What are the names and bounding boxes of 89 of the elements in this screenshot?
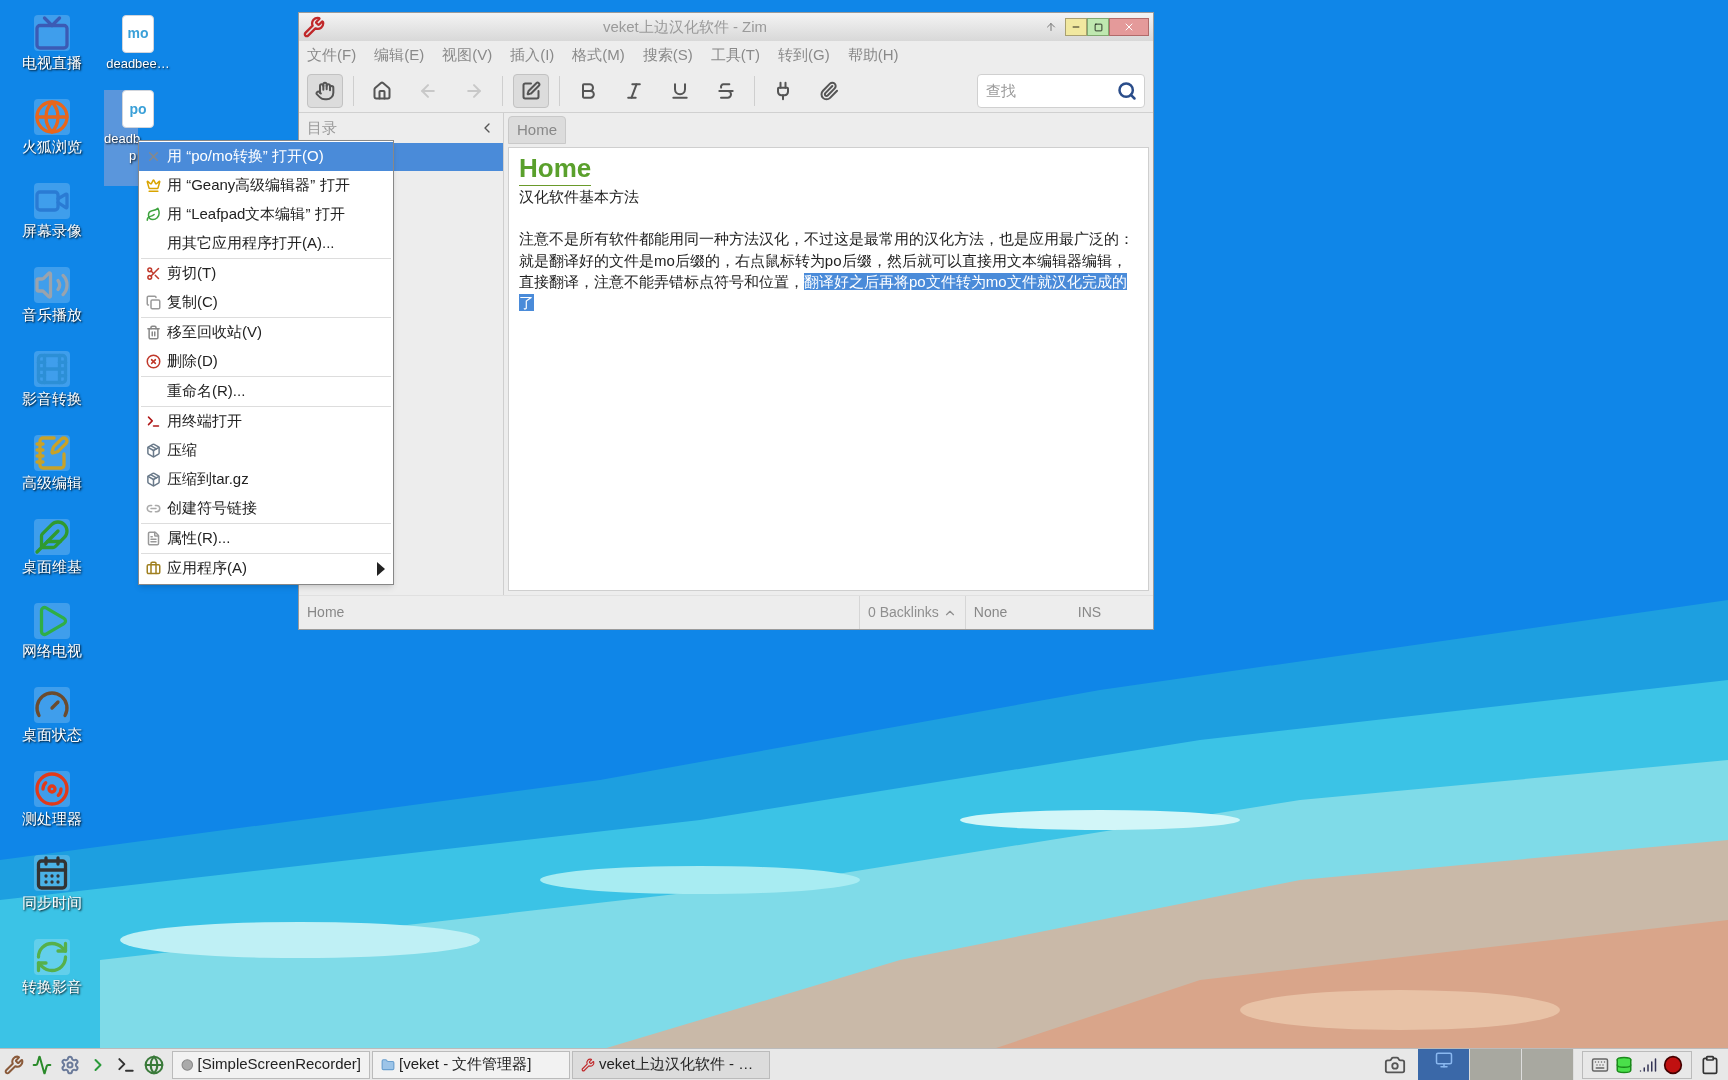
calendar-icon[interactable] xyxy=(34,854,70,891)
maximize-button[interactable] xyxy=(1087,18,1109,36)
context-menu-item[interactable]: 重命名(R)... xyxy=(139,377,393,406)
toolbox-icon xyxy=(145,561,161,576)
package-icon xyxy=(145,443,161,458)
file-icon-label: deadb xyxy=(104,132,141,145)
close-icon xyxy=(1123,21,1135,33)
context-menu-item[interactable]: 应用程序(A) xyxy=(139,554,393,583)
context-menu-item[interactable]: 用 “po/mo转换” 打开(O) xyxy=(139,142,393,171)
leaf-icon xyxy=(145,207,161,222)
desktop-icon-label: 桌面状态 xyxy=(22,726,82,742)
record-icon[interactable] xyxy=(1663,1054,1683,1075)
sidebar-title: 目录 xyxy=(307,117,338,138)
status-mode: INS xyxy=(1076,603,1103,622)
desktop-icon-label: 音乐播放 xyxy=(22,306,82,322)
desktop-icon-label: 高级编辑 xyxy=(22,474,82,490)
maximize-icon xyxy=(1093,22,1103,32)
context-menu-item[interactable]: 剪切(T) xyxy=(139,259,393,288)
context-menu-item[interactable]: 压缩 xyxy=(139,436,393,465)
search-icon[interactable] xyxy=(1117,80,1137,101)
context-menu-item[interactable]: 移至回收站(V) xyxy=(139,318,393,347)
search-field[interactable]: 查找 xyxy=(977,73,1145,108)
minimize-button[interactable] xyxy=(1065,18,1087,36)
hand-icon xyxy=(315,80,335,101)
context-menu-item[interactable]: 复制(C) xyxy=(139,288,393,317)
tv-icon[interactable] xyxy=(34,14,70,51)
strikethrough-icon xyxy=(716,80,736,101)
desktop-icon-label: 电视直播 xyxy=(22,54,82,70)
paperclip-icon xyxy=(819,80,839,101)
context-menu-item[interactable]: 用 “Geany高级编辑器” 打开 xyxy=(139,171,393,200)
context-menu-item[interactable]: 删除(D) xyxy=(139,347,393,376)
taskbar-task[interactable]: [veket - 文件管理器] xyxy=(372,1050,570,1079)
page-paragraph: 就是翻译好的文件是mo后缀的，右点鼠标转为po后缀，然后就可以直接用文本编辑器编辑，直接翻译，注意不能弄错标点符号和位置，翻译好之后再将po文件转为mo文件就汉化完成的了 xyxy=(519,250,1128,313)
storage-icon[interactable] xyxy=(1615,1055,1633,1074)
workspace-cell[interactable] xyxy=(1470,1048,1522,1080)
window-thumbnail-icon xyxy=(1434,1050,1453,1069)
app-icon xyxy=(581,1057,595,1072)
desktop-icon-label: 网络电视 xyxy=(22,642,82,658)
taskbar-task[interactable]: [SimpleScreenRecorder] xyxy=(172,1050,370,1079)
close-button[interactable] xyxy=(1109,18,1149,36)
context-menu-item[interactable]: 属性(R)... xyxy=(139,524,393,553)
toolbar-button[interactable] xyxy=(513,73,549,108)
page-paragraph: 注意不是所有软件都能用同一种方法汉化，不过这是最常用的汉化方法，也是应用最广泛的： xyxy=(519,228,1135,249)
delete-icon xyxy=(145,354,161,369)
context-menu-item[interactable]: 压缩到tar.gz xyxy=(139,465,393,494)
page-editor[interactable]: Home 汉化软件基本方法 注意不是所有软件都能用同一种方法汉化，不过这是最常用的汉化方法，也是应用最广泛的： 就是翻译好的文件是mo后缀的，右点鼠标转为po后缀，然后就可以直接用文本编辑器编辑，直接翻译，注意不能弄错标点符号和位置，翻译好之后再将po文件转为mo文件就汉化完成的了 xyxy=(508,147,1149,591)
context-menu-item[interactable]: 创建符号链接 xyxy=(139,494,393,523)
status-style: None xyxy=(964,596,1070,629)
desktop-icon-label: 转换影音 xyxy=(22,978,82,994)
terminal-icon xyxy=(145,414,161,429)
submenu-arrow-icon xyxy=(377,561,385,576)
context-menu-item[interactable]: 用其它应用程序打开(A)... xyxy=(139,229,393,258)
document-icon xyxy=(145,531,161,546)
italic-icon xyxy=(624,80,644,101)
file-icon-label: p xyxy=(129,149,137,162)
taskbar-task[interactable]: veket上边汉化软件 - … xyxy=(572,1050,770,1079)
pin-icon[interactable] xyxy=(1045,21,1057,33)
circle-icon xyxy=(181,1057,194,1072)
page-heading: Home xyxy=(519,153,592,183)
clipboard-icon[interactable] xyxy=(1700,1054,1720,1075)
workspace-cell[interactable] xyxy=(1418,1048,1470,1080)
app-icon xyxy=(303,16,325,38)
workspace-cell[interactable] xyxy=(1522,1048,1574,1080)
scissors-icon xyxy=(145,266,161,281)
copy-icon xyxy=(145,295,161,310)
desktop-icon-label: 测处理器 xyxy=(22,810,82,826)
keyboard-icon[interactable] xyxy=(1591,1055,1609,1074)
desktop-icon-label: 屏幕录像 xyxy=(22,222,82,238)
gauge-icon[interactable] xyxy=(34,686,70,723)
signal-icon[interactable] xyxy=(1639,1055,1657,1074)
window-title: veket上边汉化软件 - Zim xyxy=(601,16,769,37)
desktop-icon-label: 影音转换 xyxy=(22,390,82,406)
desktop-icon-label: 火狐浏览 xyxy=(22,138,82,154)
toolbar-button[interactable] xyxy=(307,73,343,108)
page-paragraph: 汉化软件基本方法 xyxy=(519,186,640,207)
context-menu-item[interactable]: 用 “Leafpad文本编辑” 打开 xyxy=(139,200,393,229)
home-icon xyxy=(372,80,392,101)
trash-icon xyxy=(145,325,161,340)
context-menu-item[interactable]: 用终端打开 xyxy=(139,407,393,436)
status-page: Home xyxy=(306,603,346,622)
desktop-icon-label: 同步时间 xyxy=(22,894,82,910)
desktop-icon-label: 桌面维基 xyxy=(22,558,82,574)
workspace-pager[interactable] xyxy=(1418,1048,1574,1080)
crown-icon xyxy=(145,178,161,193)
underline-icon xyxy=(670,80,690,101)
package-icon xyxy=(145,472,161,487)
folder-icon xyxy=(381,1057,395,1072)
edit-icon xyxy=(521,80,541,101)
file-icon-label: deadbee… xyxy=(106,56,170,70)
